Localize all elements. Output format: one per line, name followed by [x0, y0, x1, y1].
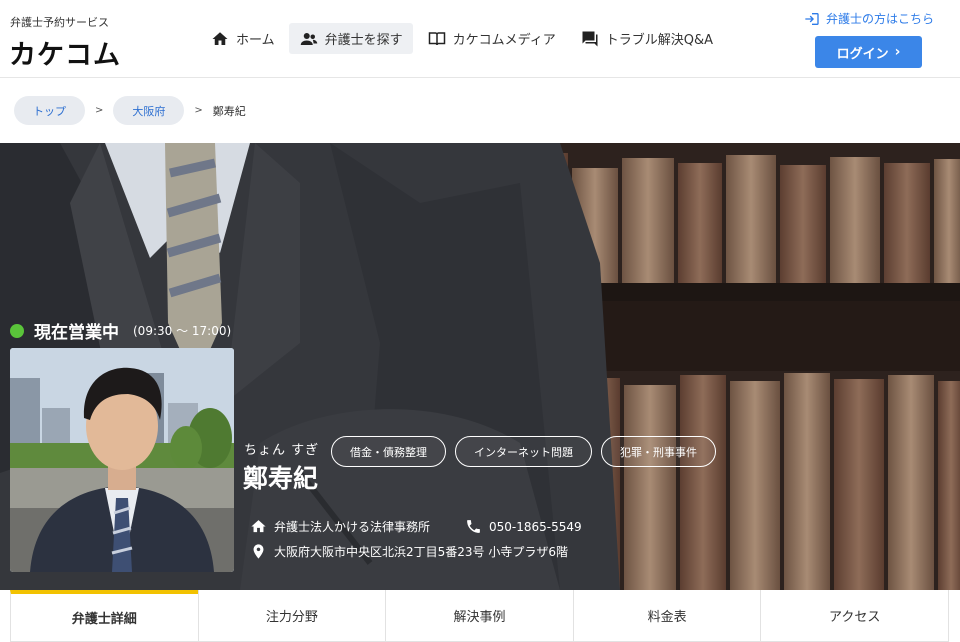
tag-debt[interactable]: 借金・債務整理	[331, 436, 446, 467]
business-hours: (09:30 〜 17:00)	[133, 324, 232, 338]
specialty-tags: 借金・債務整理 インターネット問題 犯罪・刑事事件	[331, 436, 725, 467]
lawyer-link-label: 弁護士の方はこちら	[825, 12, 934, 26]
tab-access[interactable]: アクセス	[760, 590, 949, 642]
tag-internet[interactable]: インターネット問題	[455, 436, 592, 467]
login-arrow-icon	[805, 12, 819, 25]
site-logo[interactable]: カケコム	[9, 33, 121, 72]
nav-media-label: カケコムメディア	[452, 33, 556, 48]
nav-qa-label: トラブル解決Q&A	[605, 33, 713, 48]
phone-info[interactable]: 050-1865-5549	[465, 518, 582, 535]
business-status: 現在営業中 (09:30 〜 17:00)	[10, 318, 231, 343]
lawyer-name-kana: ちょん すぎ	[244, 443, 320, 458]
firm-info: 弁護士法人かける法律事務所	[250, 518, 430, 535]
open-status-dot	[10, 323, 24, 338]
book-icon	[428, 31, 445, 45]
home-icon	[251, 520, 266, 533]
breadcrumb: トップ > 大阪府 > 鄭寿紀	[14, 96, 246, 125]
breadcrumb-top[interactable]: トップ	[14, 96, 85, 125]
phone-icon	[467, 520, 480, 533]
nav-media[interactable]: カケコムメディア	[417, 23, 566, 54]
breadcrumb-separator: >	[95, 105, 104, 116]
location-pin-icon	[253, 544, 264, 559]
site-header: 弁護士予約サービス カケコム ホーム 弁護士を探す カケコムメディア トラブル解…	[0, 0, 960, 78]
nav-find-lawyer[interactable]: 弁護士を探す	[288, 23, 413, 54]
login-button[interactable]: ログイン ›	[815, 36, 922, 68]
lawyer-photo	[10, 348, 234, 572]
tab-focus-areas[interactable]: 注力分野	[197, 590, 387, 642]
lawyer-login-link[interactable]: 弁護士の方はこちら	[804, 10, 934, 27]
chat-icon	[582, 31, 598, 46]
tab-details[interactable]: 弁護士詳細	[10, 590, 199, 642]
logo-text: カケコム	[9, 40, 121, 71]
nav-home-label: ホーム	[236, 33, 275, 48]
nav-qa[interactable]: トラブル解決Q&A	[570, 23, 723, 54]
status-label: 現在営業中	[34, 323, 119, 343]
lawyer-name: 鄭寿紀	[243, 464, 319, 493]
people-icon	[300, 32, 317, 45]
login-button-label: ログイン	[836, 46, 889, 62]
nav-home[interactable]: ホーム	[200, 23, 285, 54]
firm-name: 弁護士法人かける法律事務所	[274, 520, 431, 534]
address-info: 大阪府大阪市中央区北浜2丁目5番23号 小寺プラザ6階	[250, 543, 568, 560]
tab-case-results[interactable]: 解決事例	[385, 590, 574, 642]
breadcrumb-separator: >	[194, 105, 203, 116]
chevron-right-icon: ›	[894, 44, 901, 60]
breadcrumb-osaka[interactable]: 大阪府	[113, 96, 185, 125]
tab-fees[interactable]: 料金表	[572, 590, 762, 642]
breadcrumb-current: 鄭寿紀	[212, 104, 246, 118]
address: 大阪府大阪市中央区北浜2丁目5番23号 小寺プラザ6階	[274, 545, 568, 559]
brand-subtitle: 弁護士予約サービス	[10, 16, 109, 29]
profile-tabs: 弁護士詳細 注力分野 解決事例 料金表 アクセス	[10, 590, 949, 642]
phone-number: 050-1865-5549	[489, 519, 582, 534]
profile-hero: 現在営業中 (09:30 〜 17:00) ちょん すぎ 鄭寿紀 借金・債務整理…	[0, 143, 960, 590]
home-icon	[212, 31, 228, 45]
nav-find-lawyer-label: 弁護士を探す	[324, 33, 403, 48]
tag-criminal[interactable]: 犯罪・刑事事件	[601, 436, 716, 467]
main-nav: ホーム 弁護士を探す カケコムメディア トラブル解決Q&A	[200, 23, 727, 54]
lawyer-portrait-image	[10, 348, 234, 572]
